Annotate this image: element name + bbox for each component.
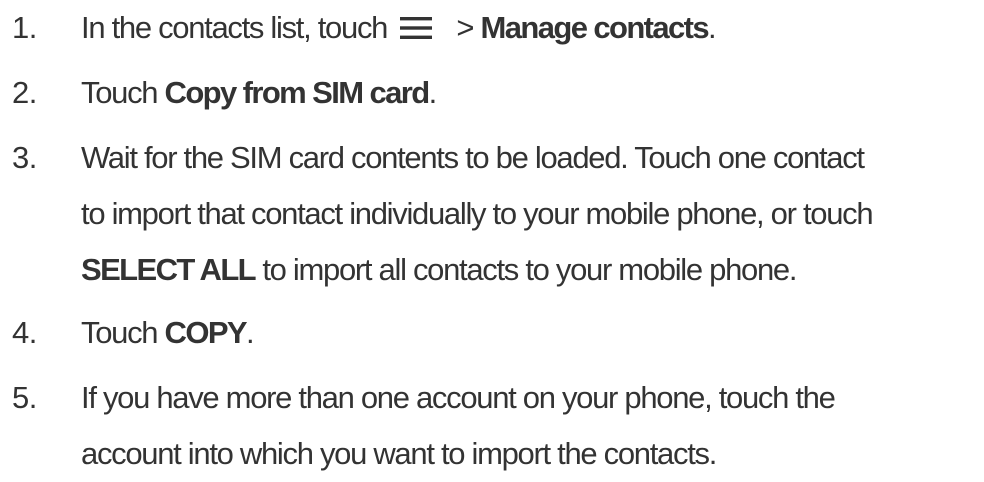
step-text-post: .	[708, 10, 717, 45]
step-text-pre: In the contacts list, touch	[81, 10, 388, 45]
step-number: 2.	[12, 75, 37, 110]
step-number: 4.	[12, 315, 37, 350]
step-text: Touch COPY.	[81, 305, 981, 361]
step-text-post: .	[428, 75, 438, 110]
step-number: 3.	[12, 140, 37, 175]
step-text: Wait for the SIM card contents to be loa…	[81, 130, 981, 298]
step-text-line-3: to import all contacts to your mobile ph…	[255, 252, 797, 287]
step-text-bold: Manage contacts	[480, 10, 710, 45]
step-text: Touch Copy from SIM card.	[81, 65, 981, 121]
instruction-steps: 1. In the contacts list, touch > Manage …	[0, 0, 984, 471]
step-text: In the contacts list, touch > Manage con…	[81, 0, 981, 56]
step-text-bold: Copy from SIM card	[164, 75, 431, 110]
step-text: If you have more than one account on you…	[81, 370, 981, 482]
step-text-post: .	[246, 315, 255, 350]
step-text-bold: SELECT ALL	[81, 252, 257, 287]
step-text-pre: Touch	[81, 315, 165, 350]
step-text-separator: >	[449, 10, 481, 45]
step-text-line-1: If you have more than one account on you…	[81, 380, 836, 415]
step-number: 1.	[12, 10, 37, 45]
step-text-line-2: account into which you want to import th…	[81, 436, 717, 471]
step-text-pre: Touch	[81, 75, 165, 110]
menu-icon	[400, 17, 433, 39]
step-text-bold: COPY	[164, 315, 248, 350]
step-text-line-2: to import that contact individually to y…	[81, 196, 874, 231]
step-number: 5.	[12, 380, 37, 415]
step-text-line-1: Wait for the SIM card contents to be loa…	[81, 140, 865, 175]
